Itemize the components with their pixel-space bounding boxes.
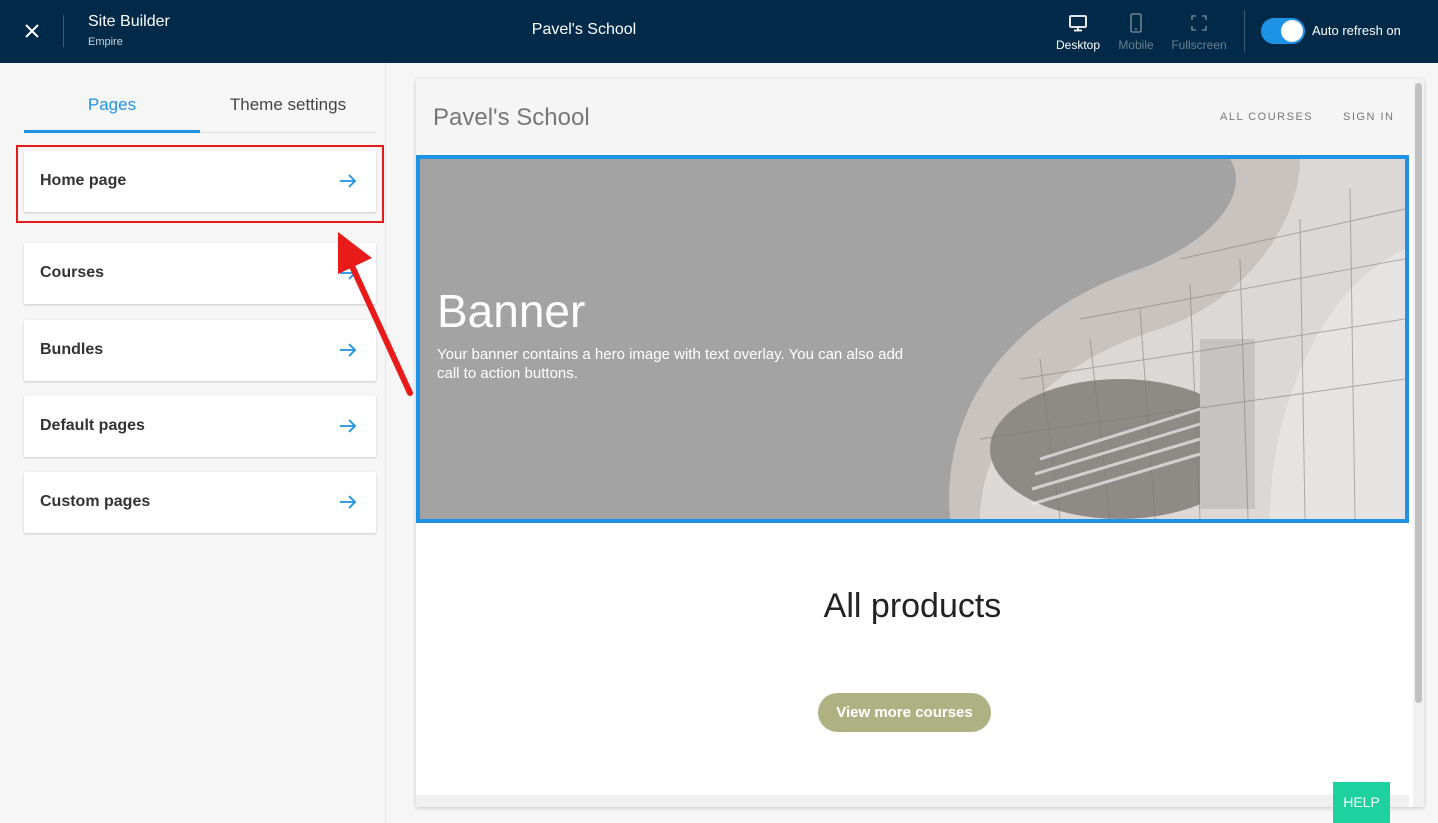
school-title: Pavel's School — [531, 21, 637, 38]
arrow-right-icon — [340, 419, 357, 433]
arrow-right-icon — [340, 266, 357, 280]
site-name: Pavel's School — [433, 104, 590, 131]
sidebar-item-bundles[interactable]: Bundles — [24, 320, 376, 381]
nav-all-courses[interactable]: ALL COURSES — [1220, 111, 1313, 123]
sidebar-item-label: Default pages — [40, 417, 145, 434]
sidebar-tabs: Pages Theme settings — [24, 81, 376, 133]
arrow-right-icon — [340, 174, 357, 188]
arrow-right-icon — [340, 343, 357, 357]
banner-text: Your banner contains a hero image with t… — [437, 346, 904, 382]
divider — [1244, 10, 1245, 52]
tab-theme-settings[interactable]: Theme settings — [200, 81, 376, 133]
sidebar-item-label: Home page — [40, 172, 127, 189]
mobile-view-button[interactable]: Mobile — [1106, 12, 1166, 54]
banner-title: Banner — [437, 285, 586, 337]
sidebar-item-label: Bundles — [40, 341, 104, 358]
fullscreen-label: Fullscreen — [1171, 38, 1227, 52]
mobile-icon — [1130, 13, 1142, 33]
toggle-knob — [1281, 20, 1303, 42]
fullscreen-icon — [1191, 15, 1207, 31]
sidebar-item-label: Custom pages — [40, 493, 151, 510]
nav-sign-in[interactable]: SIGN IN — [1343, 111, 1394, 123]
banner-hero-image — [420, 159, 1405, 519]
top-bar: Site Builder Empire Pavel's School Deskt… — [0, 0, 1438, 63]
site-preview: Pavel's School ALL COURSES SIGN IN Banne… — [416, 79, 1424, 807]
section-divider — [416, 795, 1409, 807]
auto-refresh-label: Auto refresh on — [1312, 23, 1401, 38]
desktop-label: Desktop — [1055, 38, 1101, 52]
site-header: Pavel's School ALL COURSES SIGN IN — [416, 79, 1424, 155]
desktop-view-button[interactable]: Desktop — [1048, 12, 1108, 54]
arrow-right-icon — [340, 495, 357, 509]
help-button[interactable]: HELP — [1333, 782, 1390, 823]
fullscreen-view-button[interactable]: Fullscreen — [1169, 12, 1229, 54]
preview-scrollbar[interactable] — [1413, 79, 1424, 807]
sidebar-item-default-pages[interactable]: Default pages — [24, 396, 376, 457]
mobile-label: Mobile — [1118, 38, 1154, 52]
scroll-thumb[interactable] — [1415, 83, 1422, 703]
tab-pages[interactable]: Pages — [24, 81, 200, 133]
banner-section[interactable]: Banner Your banner contains a hero image… — [416, 155, 1409, 523]
all-products-title: All products — [823, 587, 1002, 625]
desktop-icon — [1069, 15, 1087, 32]
sidebar-item-label: Courses — [40, 264, 105, 281]
auto-refresh-toggle[interactable] — [1261, 18, 1305, 44]
sidebar-item-home-page[interactable]: Home page — [24, 151, 376, 212]
view-more-courses-button[interactable]: View more courses — [818, 693, 991, 732]
sidebar-item-custom-pages[interactable]: Custom pages — [24, 472, 376, 533]
sidebar-item-courses[interactable]: Courses — [24, 243, 376, 304]
